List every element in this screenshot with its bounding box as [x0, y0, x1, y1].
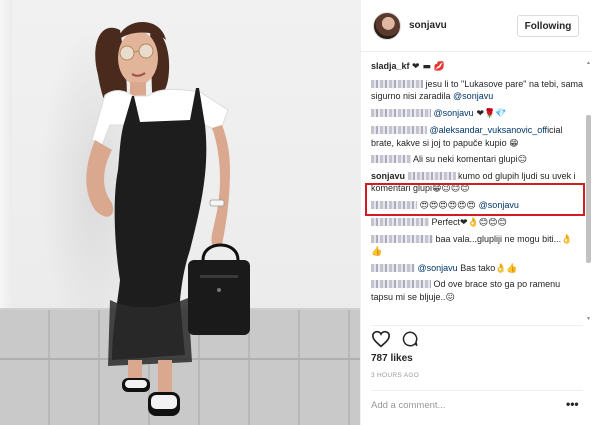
comment-text: Perfect❤👌😊😊😊: [431, 217, 507, 227]
divider: [371, 390, 583, 391]
blurred-username: [371, 79, 423, 88]
person-figure: [86, 21, 250, 416]
scroll-down-icon[interactable]: ▼: [586, 316, 591, 322]
comment-item: Perfect❤👌😊😊😊: [371, 216, 583, 229]
comment-mention[interactable]: @sonjavu: [434, 108, 474, 118]
blurred-username: [371, 234, 433, 243]
post-timestamp[interactable]: 3 HOURS AGO: [371, 372, 419, 379]
blurred-username: [371, 218, 429, 226]
blurred-username: [371, 108, 431, 117]
heart-icon[interactable]: [371, 330, 391, 348]
post-username[interactable]: sonjavu: [409, 20, 447, 31]
comment-item: @aleksandar_vuksanovic_official brate, k…: [371, 124, 583, 149]
comment-mention[interactable]: @sonjavu: [453, 91, 493, 101]
comment-item: @sonjavu Bas tako👌👍: [371, 262, 583, 275]
blurred-username: [371, 126, 427, 134]
comment-item: baa vala...glupliji ne mogu biti...👌👍: [371, 233, 583, 258]
comment-item: jesu li to "Lukasove pare" na tebi, sama…: [371, 78, 583, 103]
divider: [371, 325, 583, 326]
comment-username[interactable]: sonjavu: [371, 171, 405, 181]
highlight-box: [365, 183, 585, 216]
post-actions: [371, 330, 583, 350]
comment-item: @sonjavu ❤🌹💎: [371, 107, 583, 121]
comment-mention[interactable]: @sonjavu: [418, 263, 458, 273]
comment-icon[interactable]: [401, 330, 419, 348]
comment-text: ❤🌹💎: [473, 108, 507, 119]
add-comment-input[interactable]: Add a comment...: [371, 400, 551, 411]
scrollbar-thumb[interactable]: [586, 115, 591, 263]
blurred-username: [371, 155, 411, 163]
blurred-text: [407, 171, 456, 180]
comment-item: sladja_kf ❤ ▬ 💋: [371, 60, 583, 74]
more-options-icon[interactable]: •••: [566, 397, 579, 411]
comment-text: Bas tako👌👍: [457, 262, 518, 273]
avatar[interactable]: [373, 12, 401, 40]
comment-item: Ali su neki komentari glupi😑: [371, 153, 583, 166]
post-header: sonjavu Following: [361, 0, 592, 52]
comment-text: Ali su neki komentari glupi😑: [413, 154, 527, 164]
post-sidebar: sonjavu Following sladja_kf ❤ ▬ 💋 jesu l…: [360, 0, 592, 425]
blurred-username: [371, 280, 431, 288]
following-button[interactable]: Following: [517, 15, 579, 37]
comments-scrollbar[interactable]: ▲ ▼: [586, 60, 591, 322]
comment-text: ❤ ▬ 💋: [412, 62, 446, 72]
scroll-up-icon[interactable]: ▲: [586, 60, 591, 66]
blurred-username: [371, 263, 415, 272]
comment-mention[interactable]: @aleksandar_vuksanovic_off: [430, 125, 548, 135]
post-photo[interactable]: [0, 0, 360, 425]
comment-item: Od ove brace sto ga po ramenu tapsu mi s…: [371, 278, 583, 303]
comment-username[interactable]: sladja_kf: [371, 61, 410, 71]
likes-count[interactable]: 787 likes: [371, 353, 413, 364]
